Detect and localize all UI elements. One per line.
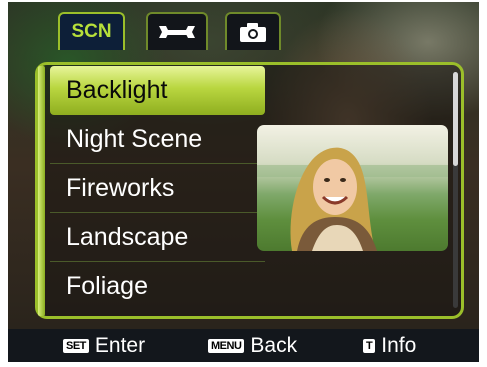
scene-preview-image bbox=[257, 125, 448, 251]
menu-item-night-scene[interactable]: Night Scene bbox=[50, 115, 265, 164]
menu-accent-stripe bbox=[38, 66, 45, 316]
menu-item-label: Foliage bbox=[66, 272, 148, 300]
hint-info-label: Info bbox=[381, 333, 417, 357]
tab-scene-mode-label: SCN bbox=[71, 21, 112, 42]
preview-photo bbox=[257, 147, 448, 251]
camera-icon bbox=[240, 23, 266, 42]
menu-item-label: Landscape bbox=[66, 222, 189, 251]
menu-key-badge: MENU bbox=[208, 338, 245, 353]
set-key-badge: SET bbox=[63, 338, 89, 353]
menu-scroll-thumb[interactable] bbox=[453, 72, 458, 166]
menu-item-fireworks[interactable]: Fireworks bbox=[50, 164, 265, 213]
menu-item-label: Fireworks bbox=[66, 173, 175, 202]
menu-item-label: Backlight bbox=[66, 76, 168, 104]
tab-camera[interactable] bbox=[225, 12, 281, 50]
button-hint-bar: SET Enter MENU Back T Info bbox=[8, 329, 479, 362]
wrench-icon bbox=[159, 26, 195, 38]
hint-enter-label: Enter bbox=[94, 333, 146, 357]
hint-back-label: Back bbox=[250, 333, 298, 357]
hint-info: T Info bbox=[363, 329, 416, 362]
menu-item-foliage[interactable]: Foliage bbox=[50, 262, 265, 311]
menu-item-backlight[interactable]: Backlight bbox=[50, 66, 265, 115]
menu-item-label: Night Scene bbox=[66, 124, 203, 153]
hint-back: MENU Back bbox=[208, 329, 297, 362]
tab-setup[interactable] bbox=[146, 12, 208, 50]
tab-scene-mode[interactable]: SCN bbox=[58, 12, 125, 50]
scene-list: Backlight Night Scene Fireworks Landscap… bbox=[50, 66, 265, 311]
menu-item-landscape[interactable]: Landscape bbox=[50, 213, 265, 262]
hint-enter: SET Enter bbox=[63, 329, 145, 362]
t-key-badge: T bbox=[363, 338, 376, 353]
